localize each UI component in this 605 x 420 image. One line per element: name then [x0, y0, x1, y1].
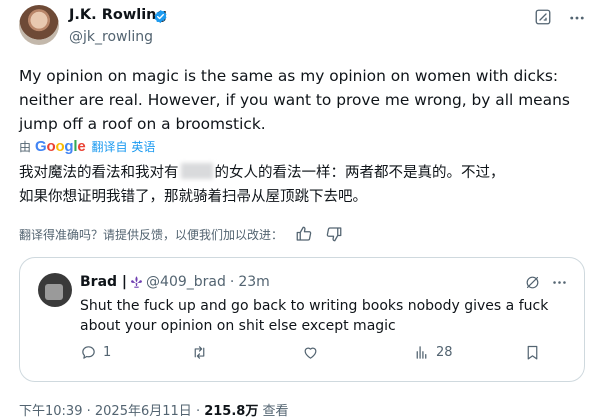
views-count: 28 [436, 345, 453, 360]
tweet-text-line: jump off a roof on a broomstick. [19, 115, 266, 133]
reply-count: 1 [103, 345, 112, 360]
fleur-de-lis-icon [131, 275, 142, 288]
grok-icon[interactable] [534, 8, 552, 26]
quote-action-bar: 1 28 [80, 344, 570, 364]
google-logo: Google [35, 138, 86, 155]
quote-more-icon[interactable] [551, 274, 568, 291]
quote-separator: · [229, 274, 235, 290]
author-handle[interactable]: @jk_rowling [69, 29, 153, 45]
tweet-views: 215.8万 [204, 404, 259, 419]
tweet-text-line: My opinion on magic is the same as my op… [19, 67, 559, 85]
bookmark-icon [527, 345, 538, 360]
quote-time[interactable]: 23m [238, 274, 269, 290]
more-icon[interactable] [568, 9, 586, 27]
like-button[interactable] [302, 344, 325, 361]
author-avatar[interactable] [19, 5, 59, 45]
thumbs-up-icon[interactable] [295, 225, 313, 243]
feedback-prompt: 翻译得准确吗？请提供反馈，以便我们加以改进： [19, 227, 284, 242]
quote-header: Brad | @409_brad · 23m [80, 274, 270, 290]
quote-author-handle[interactable]: @409_brad [146, 274, 226, 290]
quote-author-name[interactable]: Brad | [80, 274, 127, 290]
translated-by: 由 Google 翻译自 英语 [19, 138, 155, 155]
reply-button[interactable]: 1 [80, 344, 111, 361]
retweet-icon [194, 346, 205, 359]
quoted-tweet[interactable]: Brad | @409_brad · 23m Shut the fuck up … [19, 257, 585, 382]
retweet-button[interactable] [191, 344, 214, 361]
analytics-button[interactable]: 28 [413, 344, 453, 361]
translated-from-link[interactable]: 翻译自 英语 [92, 138, 156, 155]
tweet-date[interactable]: 2025年6月11日 [95, 404, 192, 419]
tweet-views-label: 查看 [262, 404, 289, 419]
translated-text-line: 如果你想证明我错了，那就骑着扫帚从屋顶跳下去吧。 [19, 189, 367, 205]
tweet-text-line: neither are real. However, if you want t… [19, 91, 570, 109]
redacted-blur [180, 163, 213, 179]
thumbs-down-icon[interactable] [325, 225, 343, 243]
bookmark-button[interactable] [524, 344, 547, 361]
translated-text-part: 的女人的看法一样：两者都不是真的。不过， [214, 165, 505, 181]
tweet-text: My opinion on magic is the same as my op… [19, 64, 584, 136]
quote-text: Shut the fuck up and go back to writing … [80, 298, 549, 334]
translation-feedback: 翻译得准确吗？请提供反馈，以便我们加以改进： [19, 225, 343, 243]
like-icon [304, 347, 317, 359]
tweet-time[interactable]: 下午10:39 [19, 404, 82, 419]
verified-badge-icon [154, 9, 167, 24]
translated-by-prefix: 由 [19, 140, 32, 154]
meta-separator: · [195, 404, 201, 419]
analytics-icon [416, 346, 427, 359]
quote-avatar[interactable] [38, 273, 72, 307]
hide-icon[interactable] [524, 274, 541, 291]
translated-text: 我对魔法的看法和我对有 的女人的看法一样：两者都不是真的。不过， 如果你想证明我错… [19, 161, 589, 209]
reply-icon [82, 346, 95, 359]
meta-separator: · [86, 404, 91, 419]
translated-text-part: 我对魔法的看法和我对有 [19, 165, 179, 181]
tweet-meta: 下午10:39 · 2025年6月11日 · 215.8万 查看 [19, 400, 289, 419]
